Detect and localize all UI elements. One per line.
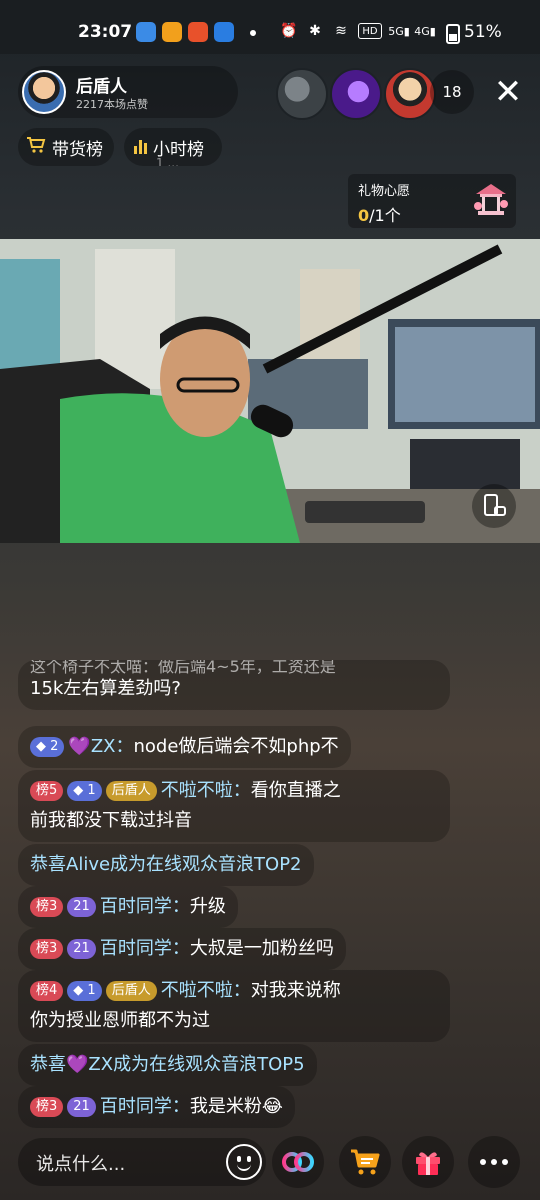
sales-ranking-label: 带货榜 — [52, 139, 103, 160]
rank-badge: 榜3 — [30, 939, 64, 959]
comment-input-placeholder: 说点什么... — [36, 1154, 126, 1175]
app-notification-icon — [214, 22, 234, 42]
status-time: 23:07 — [78, 22, 133, 42]
comment-item: ◆ 2 💜ZX：node做后端会不如php不 — [18, 726, 351, 768]
comment-item: 榜3 21 百时同学：升级 — [18, 886, 238, 928]
battery-percent: 51% — [464, 22, 502, 42]
rank-badge: 榜4 — [30, 981, 64, 1001]
comment-text: node做后端会不如php不 — [133, 736, 339, 757]
level-badge: ◆ 2 — [30, 737, 65, 757]
bluetooth-icon: ✱ — [309, 23, 321, 39]
comment-text-clipped: 这个椅子不太喵：做后端4~5年，工资还是 — [30, 660, 336, 674]
system-message: 恭喜Alive成为在线观众音浪TOP2 — [18, 844, 314, 886]
comment-item: 榜5 ◆ 1 后盾人 不啦不啦：看你直播之前我都没下载过抖音 — [18, 770, 450, 842]
shopping-cart-button[interactable] — [339, 1136, 391, 1188]
comment-item: 榜3 21 百时同学：我是米粉😂 — [18, 1086, 295, 1128]
more-dots-icon — [480, 1159, 508, 1165]
system-message-text: 恭喜Alive成为在线观众音浪TOP2 — [30, 854, 302, 875]
battery-icon — [446, 24, 460, 44]
host-name: 后盾人 — [76, 77, 127, 97]
top-viewer-avatars[interactable] — [276, 68, 438, 120]
comment-username[interactable]: 百时同学： — [100, 1096, 190, 1117]
comment-text: 升级 — [189, 896, 226, 917]
notification-dot-icon — [250, 30, 256, 36]
comment-text: 15k左右算差劲吗? — [30, 678, 181, 699]
comment-text: 大叔是一加粉丝吗 — [189, 938, 334, 959]
system-message: 恭喜💜ZX成为在线观众音浪TOP5 — [18, 1044, 317, 1086]
app-notification-icon — [136, 22, 156, 42]
5g-signal-icon: 5G▮ — [388, 24, 410, 38]
sales-ranking-button[interactable]: 带货榜 — [18, 128, 114, 166]
comment-username[interactable]: 不啦不啦： — [161, 780, 251, 801]
more-button[interactable] — [468, 1136, 520, 1188]
live-video-frame — [0, 239, 540, 543]
rank-badge: 榜5 — [30, 781, 64, 801]
system-message-text: 恭喜💜ZX成为在线观众音浪TOP5 — [30, 1054, 305, 1075]
app-notification-icon — [162, 22, 182, 42]
shopping-cart-icon — [351, 1149, 380, 1175]
comment-item: 榜4 ◆ 1 后盾人 不啦不啦：对我来说称你为授业恩师都不为过 — [18, 970, 450, 1042]
link-mic-button[interactable] — [272, 1136, 324, 1188]
gift-pavilion-icon — [474, 184, 508, 215]
bar-chart-icon — [134, 140, 147, 154]
gift-icon — [416, 1152, 440, 1175]
alarm-icon: ⏰ — [280, 23, 298, 39]
4g-signal-icon: 4G▮ — [414, 24, 436, 38]
host-avatar[interactable] — [22, 70, 66, 114]
hourly-ranking-sub: 1 ... — [156, 156, 179, 166]
comment-item: 这个椅子不太喵：做后端4~5年，工资还是 15k左右算差劲吗? — [18, 660, 450, 710]
gift-button[interactable] — [402, 1136, 454, 1188]
viewer-avatar[interactable] — [276, 68, 328, 120]
status-bar: 23:07 ⏰ ✱ ≋ HD 5G▮ 4G▮ 51% — [0, 0, 540, 54]
cart-icon — [26, 136, 46, 158]
fan-level-badge: 21 — [67, 897, 96, 917]
fan-club-badge: 后盾人 — [105, 781, 157, 801]
notification-app-icons — [136, 22, 234, 42]
comment-username[interactable]: 不啦不啦： — [161, 980, 251, 1001]
comment-text: 前我都没下载过抖音 — [30, 810, 192, 831]
rotate-screen-icon — [484, 494, 506, 516]
close-button[interactable]: ✕ — [490, 72, 526, 112]
level-badge: ◆ 1 — [67, 981, 102, 1001]
comment-text: 你为授业恩师都不为过 — [30, 1010, 210, 1031]
host-profile-chip[interactable]: 后盾人 2217本场点赞 — [18, 66, 238, 118]
gift-wish-title: 礼物心愿 — [358, 184, 411, 199]
live-video[interactable] — [0, 239, 540, 543]
comment-input[interactable]: 说点什么... — [18, 1138, 266, 1186]
viewer-avatar[interactable] — [330, 68, 382, 120]
wifi-icon: ≋ — [335, 23, 347, 39]
rank-badge: 榜3 — [30, 897, 64, 917]
comment-username[interactable]: 百时同学： — [100, 896, 190, 917]
comment-text: 我是米粉😂 — [189, 1096, 283, 1117]
hd-icon: HD — [358, 23, 382, 39]
status-icons: ⏰ ✱ ≋ HD 5G▮ 4G▮ — [280, 22, 436, 40]
comment-username[interactable]: 百时同学： — [100, 938, 190, 959]
comment-text: 看你直播之 — [250, 780, 341, 801]
level-badge: ◆ 1 — [67, 781, 102, 801]
app-notification-icon — [188, 22, 208, 42]
hourly-ranking-button[interactable]: 小时榜 1 ... — [124, 128, 222, 166]
viewer-count[interactable]: 18 — [430, 70, 474, 114]
fan-level-badge: 21 — [67, 939, 96, 959]
rank-badge: 榜3 — [30, 1097, 64, 1117]
gift-wish-card[interactable]: 礼物心愿 0/1个 — [348, 174, 516, 228]
viewer-avatar[interactable] — [384, 68, 436, 120]
fan-club-badge: 后盾人 — [105, 981, 157, 1001]
fan-level-badge: 21 — [67, 1097, 96, 1117]
link-icon — [282, 1152, 314, 1172]
emoji-button[interactable] — [226, 1144, 262, 1180]
host-likes: 2217本场点赞 — [76, 98, 148, 111]
rotate-screen-button[interactable] — [472, 484, 516, 528]
gift-wish-progress: 0/1个 — [358, 206, 401, 225]
comment-text: 对我来说称 — [250, 980, 341, 1001]
comment-username[interactable]: 💜ZX： — [68, 736, 133, 757]
comment-item: 榜3 21 百时同学：大叔是一加粉丝吗 — [18, 928, 346, 970]
smile-icon — [237, 1162, 251, 1171]
